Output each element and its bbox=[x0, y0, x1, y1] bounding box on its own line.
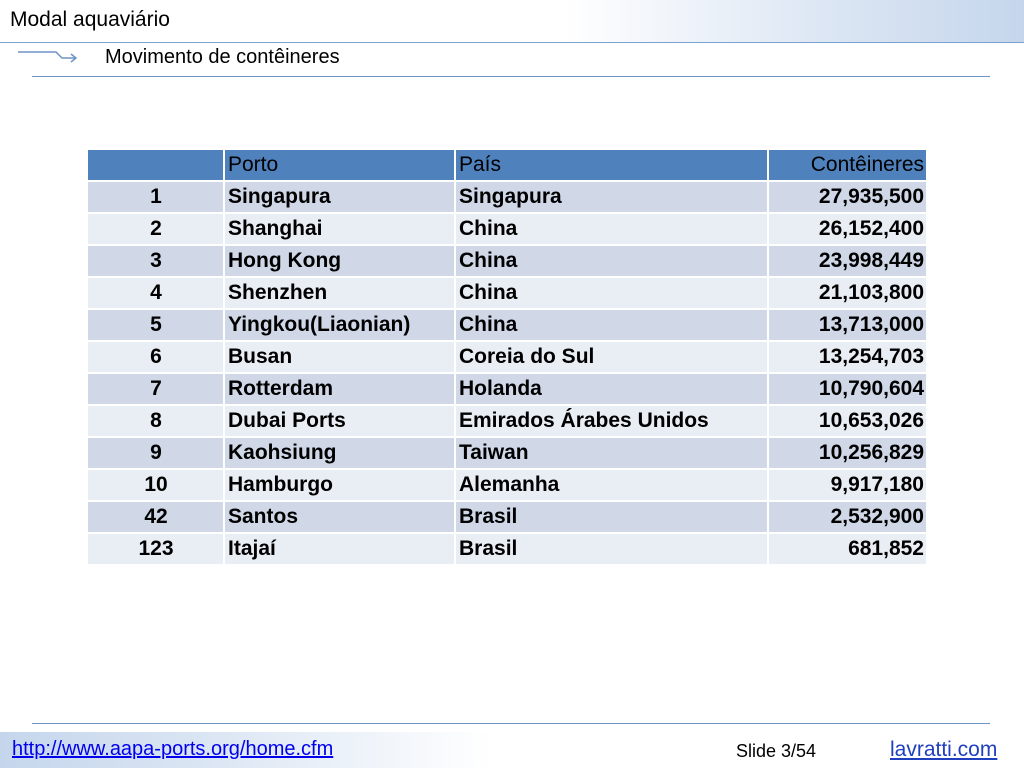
cell-containers: 10,790,604 bbox=[769, 374, 926, 406]
table-row: 3 Hong Kong China 23,998,449 bbox=[88, 246, 926, 278]
table-row: 2 Shanghai China 26,152,400 bbox=[88, 214, 926, 246]
table-row: 7 Rotterdam Holanda 10,790,604 bbox=[88, 374, 926, 406]
cell-port: Dubai Ports bbox=[225, 406, 456, 438]
title-divider bbox=[0, 42, 1024, 43]
cell-country: Brasil bbox=[456, 502, 769, 534]
cell-port: Santos bbox=[225, 502, 456, 534]
table-row: 42 Santos Brasil 2,532,900 bbox=[88, 502, 926, 534]
table-row: 6 Busan Coreia do Sul 13,254,703 bbox=[88, 342, 926, 374]
cell-port: Rotterdam bbox=[225, 374, 456, 406]
cell-country: China bbox=[456, 214, 769, 246]
table-row: 4 Shenzhen China 21,103,800 bbox=[88, 278, 926, 310]
cell-containers: 9,917,180 bbox=[769, 470, 926, 502]
cell-rank: 10 bbox=[88, 470, 225, 502]
cell-port: Singapura bbox=[225, 182, 456, 214]
slide-title: Modal aquaviário bbox=[10, 8, 170, 31]
table-row: 9 Kaohsiung Taiwan 10,256,829 bbox=[88, 438, 926, 470]
cell-country: China bbox=[456, 246, 769, 278]
footer-divider bbox=[32, 723, 990, 724]
cell-containers: 13,713,000 bbox=[769, 310, 926, 342]
cell-port: Hong Kong bbox=[225, 246, 456, 278]
cell-containers: 10,653,026 bbox=[769, 406, 926, 438]
table-row: 123 Itajaí Brasil 681,852 bbox=[88, 534, 926, 566]
cell-containers: 2,532,900 bbox=[769, 502, 926, 534]
cell-rank: 2 bbox=[88, 214, 225, 246]
cell-rank: 7 bbox=[88, 374, 225, 406]
subtitle-divider bbox=[32, 76, 990, 77]
ports-table: Porto País Contêineres 1 Singapura Singapu… bbox=[88, 150, 926, 566]
arrow-right-icon bbox=[18, 51, 78, 63]
cell-rank: 123 bbox=[88, 534, 225, 566]
source-link[interactable]: http://www.aapa-ports.org/home.cfm bbox=[12, 738, 333, 761]
slide-counter: Slide 3/54 bbox=[736, 741, 817, 761]
site-link[interactable]: lavratti.com bbox=[890, 738, 997, 762]
cell-containers: 681,852 bbox=[769, 534, 926, 566]
cell-port: Shanghai bbox=[225, 214, 456, 246]
table-row: 5 Yingkou(Liaonian) China 13,713,000 bbox=[88, 310, 926, 342]
cell-rank: 9 bbox=[88, 438, 225, 470]
cell-port: Itajaí bbox=[225, 534, 456, 566]
cell-rank: 8 bbox=[88, 406, 225, 438]
cell-port: Shenzhen bbox=[225, 278, 456, 310]
cell-rank: 1 bbox=[88, 182, 225, 214]
cell-rank: 42 bbox=[88, 502, 225, 534]
header-port: Porto bbox=[225, 150, 456, 182]
header-rank bbox=[88, 150, 225, 182]
cell-country: China bbox=[456, 310, 769, 342]
cell-rank: 6 bbox=[88, 342, 225, 374]
cell-containers: 13,254,703 bbox=[769, 342, 926, 374]
cell-country: Coreia do Sul bbox=[456, 342, 769, 374]
cell-port: Yingkou(Liaonian) bbox=[225, 310, 456, 342]
cell-containers: 26,152,400 bbox=[769, 214, 926, 246]
cell-containers: 23,998,449 bbox=[769, 246, 926, 278]
cell-rank: 4 bbox=[88, 278, 225, 310]
slide-subtitle: Movimento de contêineres bbox=[105, 46, 340, 68]
cell-port: Hamburgo bbox=[225, 470, 456, 502]
cell-country: Taiwan bbox=[456, 438, 769, 470]
cell-country: China bbox=[456, 278, 769, 310]
cell-country: Alemanha bbox=[456, 470, 769, 502]
cell-country: Emirados Árabes Unidos bbox=[456, 406, 769, 438]
table-header-row: Porto País Contêineres bbox=[88, 150, 926, 182]
header-country: País bbox=[456, 150, 769, 182]
table-row: 1 Singapura Singapura 27,935,500 bbox=[88, 182, 926, 214]
cell-rank: 5 bbox=[88, 310, 225, 342]
cell-port: Kaohsiung bbox=[225, 438, 456, 470]
cell-rank: 3 bbox=[88, 246, 225, 278]
header-containers: Contêineres bbox=[769, 150, 926, 182]
cell-containers: 21,103,800 bbox=[769, 278, 926, 310]
table-row: 8 Dubai Ports Emirados Árabes Unidos 10,653… bbox=[88, 406, 926, 438]
table-row: 10 Hamburgo Alemanha 9,917,180 bbox=[88, 470, 926, 502]
cell-country: Holanda bbox=[456, 374, 769, 406]
cell-port: Busan bbox=[225, 342, 456, 374]
cell-country: Singapura bbox=[456, 182, 769, 214]
cell-containers: 27,935,500 bbox=[769, 182, 926, 214]
cell-country: Brasil bbox=[456, 534, 769, 566]
table-body: 1 Singapura Singapura 27,935,500 2 Shanghai Ch… bbox=[88, 182, 926, 566]
cell-containers: 10,256,829 bbox=[769, 438, 926, 470]
